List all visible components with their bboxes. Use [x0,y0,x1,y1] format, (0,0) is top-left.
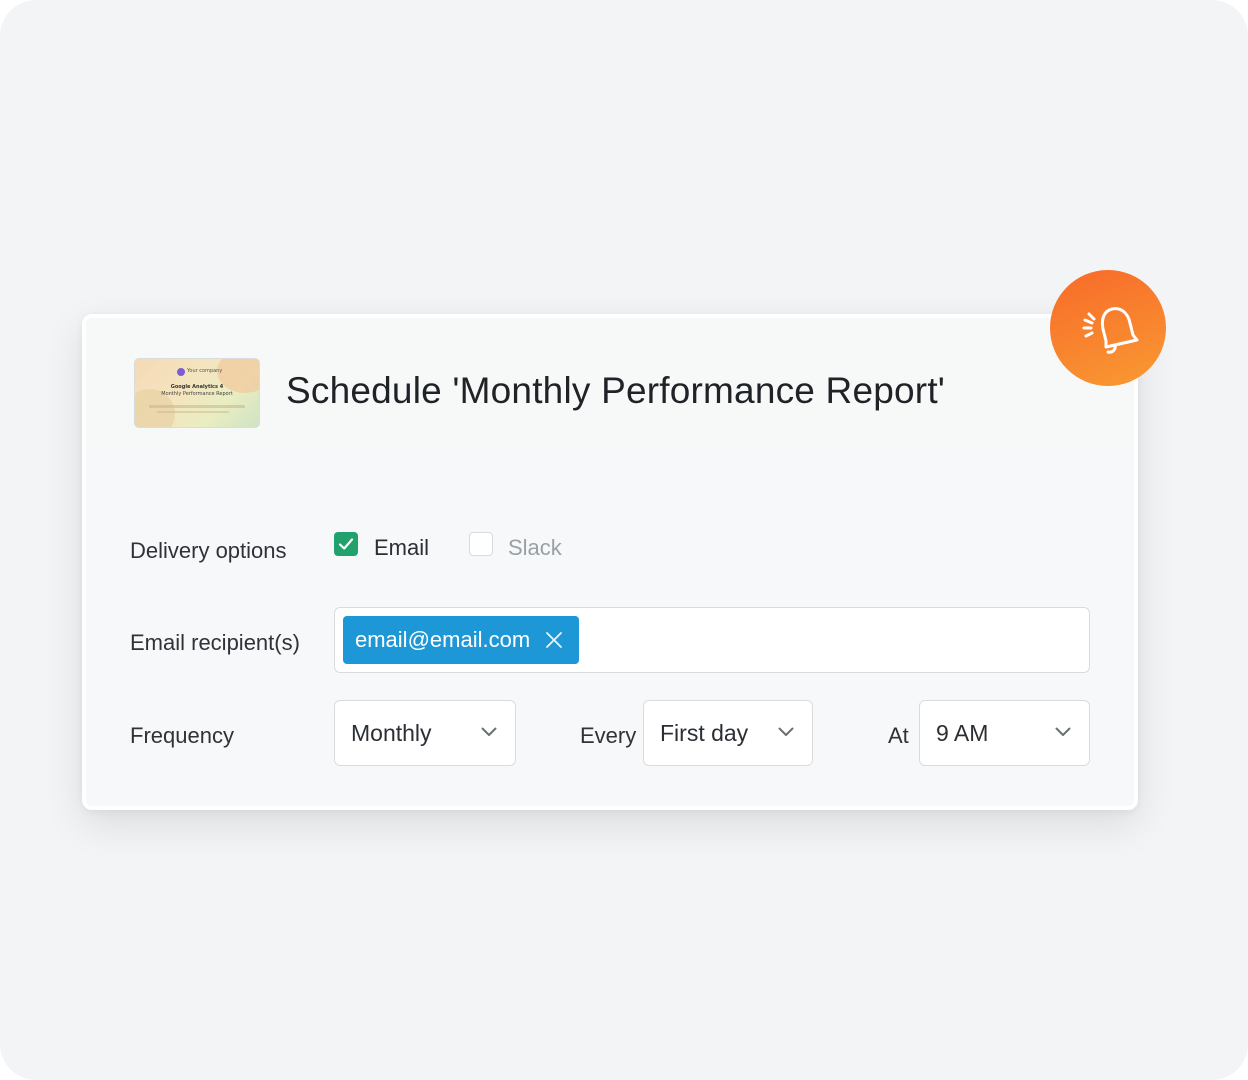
email-recipients-label: Email recipient(s) [130,630,300,655]
every-select[interactable]: First day [643,700,813,766]
dialog-header: Your company Google Analytics 4 Monthly … [86,318,1134,450]
company-logo-icon [177,368,185,376]
check-icon [338,538,354,550]
frequency-select[interactable]: Monthly [334,700,516,766]
slack-checkbox[interactable] [469,532,493,556]
notification-badge [1050,270,1166,386]
bell-ringing-icon [1082,307,1139,354]
chevron-down-icon [778,727,794,736]
thumbnail-title-line2: Monthly Performance Report [161,391,233,397]
email-option-label[interactable]: Email [374,535,429,561]
slack-option-label[interactable]: Slack [508,535,562,561]
dialog-title: Schedule 'Monthly Performance Report' [286,370,946,411]
time-select[interactable]: 9 AM [919,700,1090,766]
chevron-down-icon [1055,727,1071,736]
every-select-value: First day [660,720,749,746]
email-checkbox[interactable] [334,532,358,556]
time-select-value: 9 AM [936,720,989,746]
every-label: Every [580,723,637,748]
thumbnail-title-line1: Google Analytics 4 [170,384,224,390]
close-icon[interactable] [545,631,563,649]
schedule-dialog: Your company Google Analytics 4 Monthly … [82,314,1138,810]
report-thumbnail: Your company Google Analytics 4 Monthly … [134,358,260,428]
thumbnail-brand: Your company [187,368,223,374]
frequency-label: Frequency [130,723,234,748]
frequency-select-value: Monthly [351,720,432,746]
at-label: At [888,723,909,748]
chevron-down-icon [481,727,497,736]
delivery-options-label: Delivery options [130,538,287,563]
email-recipients-input[interactable]: email@email.com [334,607,1090,673]
recipient-chip[interactable]: email@email.com [343,616,579,664]
recipient-chip-label: email@email.com [355,627,531,652]
